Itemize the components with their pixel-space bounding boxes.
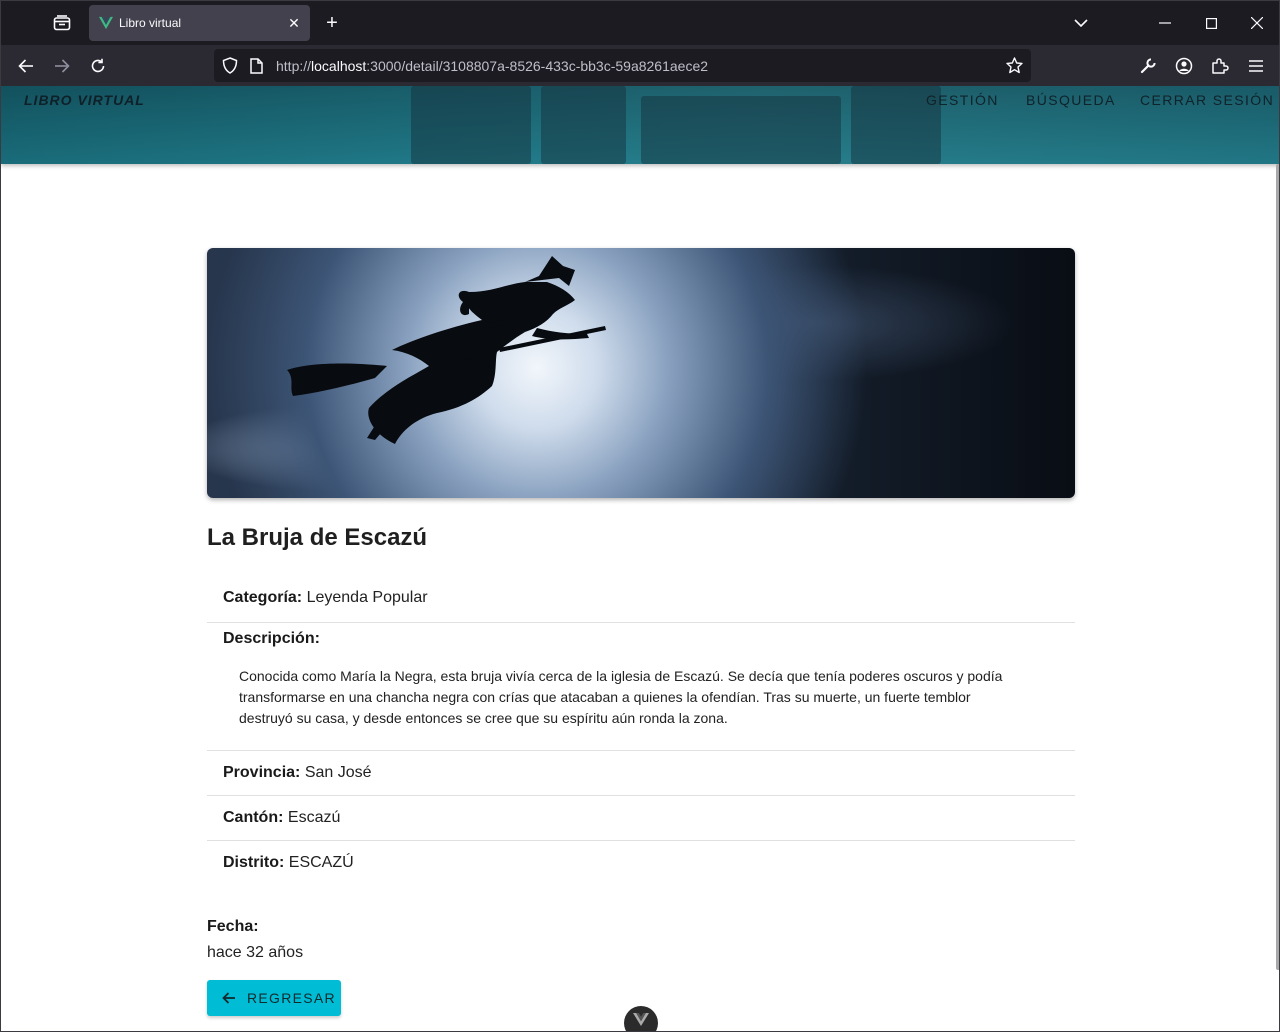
nav-cerrar-sesion[interactable]: CERRAR SESIÓN xyxy=(1140,92,1274,108)
page-viewport: LIBRO VIRTUAL GESTIÓN BÚSQUEDA CERRAR SE… xyxy=(1,86,1279,1031)
maximize-icon[interactable] xyxy=(1199,11,1223,35)
arrow-left-icon xyxy=(222,992,235,1004)
tab-bar: Libro virtual ✕ + xyxy=(1,1,1279,45)
info-row-descripcion: Descripción: Conocida como María la Negr… xyxy=(207,623,1075,751)
descripcion-text: Conocida como María la Negra, esta bruja… xyxy=(239,668,1003,726)
nav-busqueda[interactable]: BÚSQUEDA xyxy=(1026,92,1116,108)
navigation-toolbar: http://localhost:3000/detail/3108807a-85… xyxy=(1,45,1279,86)
distrito-value: ESCAZÚ xyxy=(288,854,354,871)
minimize-icon[interactable] xyxy=(1153,11,1177,35)
vue-devtools-toggle[interactable] xyxy=(624,1006,658,1031)
legend-info-list: Categoría: Leyenda Popular Descripción: … xyxy=(207,578,1075,886)
info-row-distrito: Distrito: ESCAZÚ xyxy=(207,841,1075,886)
url-text[interactable]: http://localhost:3000/detail/3108807a-85… xyxy=(276,58,708,74)
info-row-provincia: Provincia: San José xyxy=(207,751,1075,796)
back-arrow-icon[interactable] xyxy=(13,53,39,79)
page-scrollbar[interactable] xyxy=(1276,164,1279,970)
wrench-icon[interactable] xyxy=(1135,53,1161,79)
provincia-label: Provincia: xyxy=(223,764,301,781)
provincia-value: San José xyxy=(304,764,372,781)
extensions-icon[interactable] xyxy=(1207,53,1233,79)
page-icon[interactable] xyxy=(250,58,263,74)
regresar-button[interactable]: REGRESAR xyxy=(207,980,341,1016)
reload-icon[interactable] xyxy=(85,53,111,79)
legend-image xyxy=(207,248,1075,498)
nav-gestion[interactable]: GESTIÓN xyxy=(926,92,999,108)
browser-window: Libro virtual ✕ + http://localhost:3000/… xyxy=(0,0,1280,1032)
close-window-icon[interactable] xyxy=(1245,11,1269,35)
list-all-tabs-icon[interactable] xyxy=(1069,11,1093,35)
canton-value: Escazú xyxy=(287,809,341,826)
regresar-label: REGRESAR xyxy=(247,990,336,1006)
detail-content: La Bruja de Escazú Categoría: Leyenda Po… xyxy=(207,248,1075,1016)
forward-arrow-icon[interactable] xyxy=(49,53,75,79)
brand-title[interactable]: LIBRO VIRTUAL xyxy=(24,92,145,108)
header-bg-books xyxy=(411,86,531,164)
categoria-value: Leyenda Popular xyxy=(306,589,428,606)
legend-title: La Bruja de Escazú xyxy=(207,524,428,551)
vue-logo-icon xyxy=(99,16,113,30)
categoria-label: Categoría: xyxy=(223,589,303,606)
info-row-categoria: Categoría: Leyenda Popular xyxy=(207,578,1075,623)
canton-label: Cantón: xyxy=(223,809,284,826)
active-tab[interactable]: Libro virtual ✕ xyxy=(89,5,310,41)
fecha-value: hace 32 años xyxy=(207,944,304,961)
close-tab-icon[interactable]: ✕ xyxy=(284,13,304,33)
new-tab-icon[interactable]: + xyxy=(321,12,343,34)
url-bar[interactable]: http://localhost:3000/detail/3108807a-85… xyxy=(214,49,1031,82)
info-row-canton: Cantón: Escazú xyxy=(207,796,1075,841)
firefox-view-icon[interactable] xyxy=(50,11,74,35)
account-icon[interactable] xyxy=(1171,53,1197,79)
shield-icon[interactable] xyxy=(222,57,238,74)
bookmark-star-icon[interactable] xyxy=(1006,57,1023,74)
menu-icon[interactable] xyxy=(1243,53,1269,79)
vue-logo-icon xyxy=(633,1013,649,1026)
app-header: LIBRO VIRTUAL GESTIÓN BÚSQUEDA CERRAR SE… xyxy=(1,86,1279,164)
descripcion-label: Descripción: xyxy=(223,630,320,647)
tab-title: Libro virtual xyxy=(119,16,182,30)
fecha-label: Fecha: xyxy=(207,918,259,935)
witch-silhouette xyxy=(287,256,606,444)
distrito-label: Distrito: xyxy=(223,854,285,871)
